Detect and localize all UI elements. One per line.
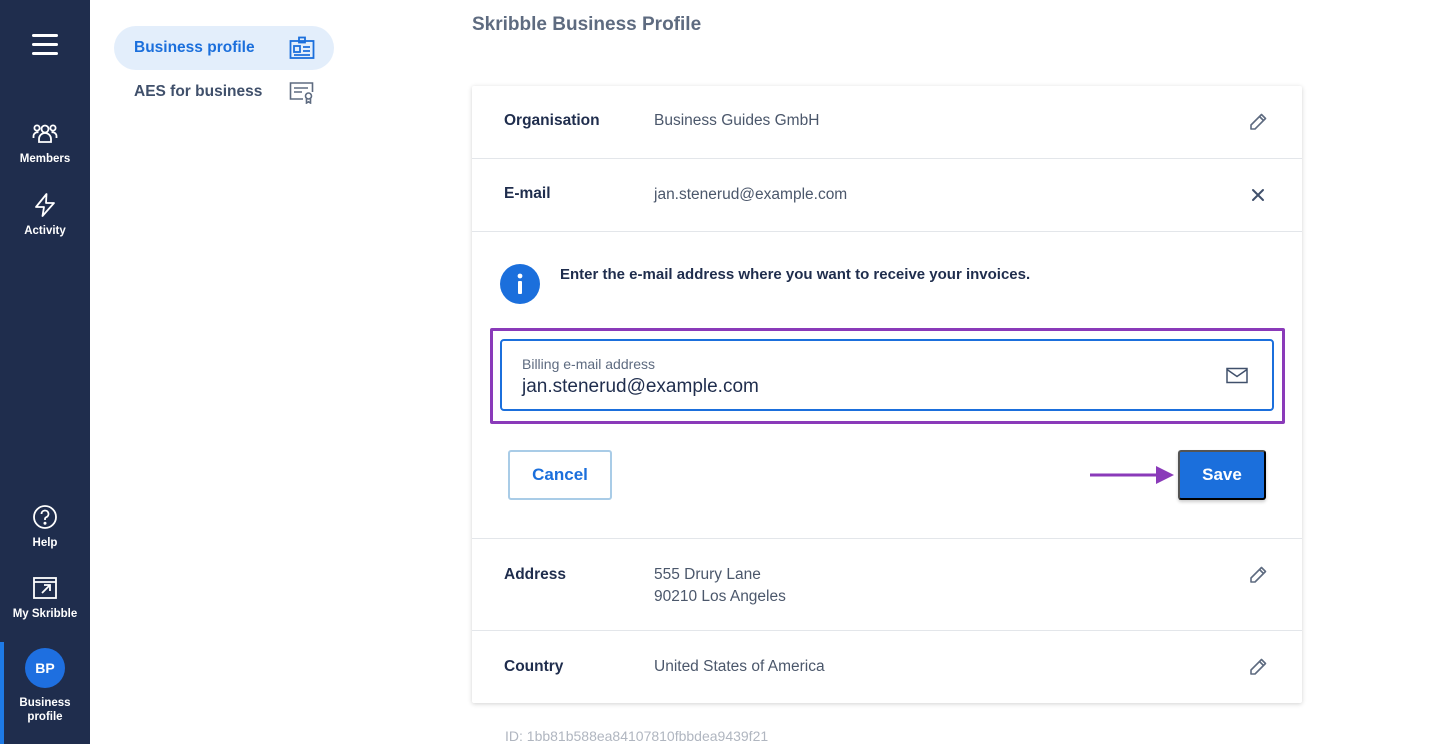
rail-item-label: Help — [32, 537, 58, 549]
pencil-icon — [1250, 658, 1267, 675]
id-card-icon — [289, 36, 315, 59]
rail-item-label: Members — [19, 153, 71, 165]
certificate-icon — [289, 82, 314, 104]
info-icon — [500, 264, 540, 304]
activity-icon — [35, 193, 55, 217]
sidebar-rail: Members Activity Help My Skribble BP Bus… — [0, 0, 90, 744]
rail-item-business-profile[interactable]: BP Business profile — [0, 648, 90, 724]
country-row: Country United States of America — [472, 631, 1302, 703]
rail-item-label: Activity — [24, 225, 66, 237]
rail-item-help[interactable]: Help — [0, 504, 90, 550]
row-key: Address — [504, 566, 567, 583]
avatar: BP — [25, 648, 65, 688]
members-icon — [32, 124, 58, 143]
subnav-item-label: AES for business — [134, 83, 263, 100]
address-row: Address 555 Drury Lane 90210 Los Angeles — [472, 538, 1302, 631]
close-edit-button[interactable] — [1246, 183, 1270, 207]
arrow-pointer-icon — [1090, 466, 1174, 484]
rail-item-my-skribble[interactable]: My Skribble — [0, 575, 90, 621]
row-key: E-mail — [504, 185, 551, 202]
billing-email-field[interactable]: Billing e-mail address jan.stenerud@exam… — [500, 339, 1274, 411]
organisation-row: Organisation Business Guides GmbH — [472, 86, 1302, 159]
row-value: Business Guides GmbH — [654, 112, 820, 129]
pencil-icon — [1250, 113, 1267, 130]
help-icon — [33, 505, 57, 529]
close-icon — [1252, 189, 1264, 201]
page-title: Skribble Business Profile — [472, 14, 702, 35]
business-profile-card: Organisation Business Guides GmbH E-mail… — [472, 86, 1302, 703]
subnav-item-label: Business profile — [134, 39, 255, 56]
subnav-item-business-profile[interactable]: Business profile — [114, 26, 334, 70]
pencil-icon — [1250, 566, 1267, 583]
edit-address-button[interactable] — [1246, 563, 1270, 587]
row-key: Organisation — [504, 112, 600, 129]
rail-item-activity[interactable]: Activity — [0, 192, 90, 238]
rail-item-label: My Skribble — [12, 608, 78, 620]
cancel-button[interactable]: Cancel — [508, 450, 612, 500]
row-value: 555 Drury Lane 90210 Los Angeles — [654, 566, 786, 605]
row-key: Country — [504, 658, 564, 675]
edit-organisation-button[interactable] — [1246, 110, 1270, 134]
field-label: Billing e-mail address — [522, 356, 656, 372]
billing-email-input[interactable]: jan.stenerud@example.com — [522, 376, 759, 398]
edit-country-button[interactable] — [1246, 655, 1270, 679]
email-row: E-mail jan.stenerud@example.com — [472, 159, 1302, 232]
row-value: United States of America — [654, 658, 825, 675]
save-button[interactable]: Save — [1178, 450, 1266, 500]
row-value: jan.stenerud@example.com — [654, 186, 848, 203]
subnav-item-aes-for-business[interactable]: AES for business — [114, 70, 334, 114]
info-message: Enter the e-mail address where you want … — [560, 266, 1031, 283]
rail-item-members[interactable]: Members — [0, 120, 90, 166]
rail-item-label: Business profile — [19, 697, 71, 723]
menu-icon[interactable] — [32, 34, 58, 56]
mail-icon — [1226, 367, 1248, 384]
profile-id-text: ID: 1bb81b588ea84107810fbbdea9439f21 — [505, 728, 769, 744]
external-link-icon — [33, 577, 57, 599]
